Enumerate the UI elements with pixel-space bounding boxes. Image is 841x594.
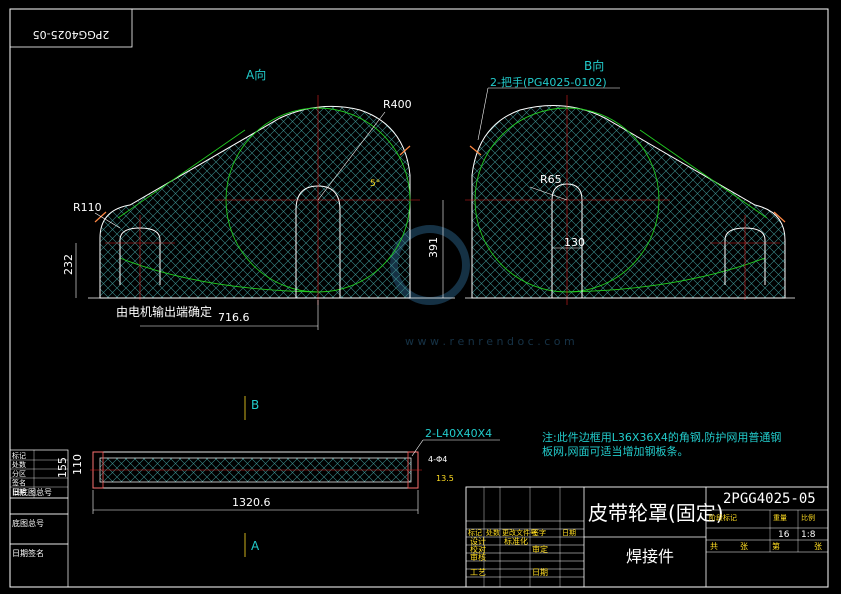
view-b-label: B向 [584, 58, 604, 73]
view-a-guard [99, 105, 411, 299]
left-label-0: 旧底图总号 [12, 487, 52, 497]
tb-header-1: 处数 [486, 528, 500, 537]
left-strip-2: 分区 [12, 469, 26, 478]
tb-total: 共 [710, 542, 718, 551]
tb-date: 日期 [532, 568, 548, 577]
tb-review: 审核 [470, 552, 486, 562]
left-strip-3: 签名 [12, 478, 26, 487]
tb-approve: 审定 [532, 544, 548, 554]
small-dim-2: 13.5 [436, 474, 454, 483]
tb-weight: 重量 [773, 514, 787, 522]
tb-header-4: 日期 [562, 529, 576, 537]
dim-13206: 1320.6 [232, 496, 271, 509]
handle-callout: 2-把手(PG4025-0102) [490, 75, 607, 89]
title-type: 焊接件 [626, 547, 674, 566]
dim-130: 130 [564, 236, 585, 249]
title-name: 皮带轮罩(固定) [588, 501, 724, 525]
tb-sheet-1: 张 [740, 542, 748, 551]
left-strip-1: 处数 [12, 460, 26, 469]
svg-text:w w w . r e n r e n d o c . c: w w w . r e n r e n d o c . c o m [405, 335, 575, 348]
dim-r400: R400 [383, 98, 412, 111]
left-label-2: 日期签名 [12, 548, 44, 558]
tb-stage: 阶段标记 [709, 513, 737, 522]
title-code: 2PGG4025-05 [723, 491, 816, 507]
view-b: R65 130 2-把手(PG4025-0102) B向 [465, 58, 795, 305]
left-strip-0: 标记 [12, 451, 26, 460]
dim-110: 110 [71, 454, 84, 475]
tb-qty: 16 [778, 530, 790, 540]
dim-r110: R110 [73, 201, 102, 214]
tb-standard: 标准化 [504, 536, 528, 546]
small-dim-1: 4-Φ4 [428, 455, 447, 464]
angle-callout: 2-L40X40X4 [425, 427, 492, 440]
note-line2: 板网,网面可适当增加钢板条。 [542, 444, 689, 458]
dim-391: 391 [427, 237, 440, 258]
section-a: A [251, 539, 260, 553]
tb-sheet-2: 张 [814, 542, 822, 551]
plan-view: 1320.6 155 110 2-L40X40X4 4-Φ4 13.5 B A [56, 396, 500, 557]
note-line1: 注:此件边框用L36X36X4的角钢,防护网用普通钢 [542, 430, 781, 444]
tb-no: 第 [772, 541, 780, 551]
motor-note: 由电机输出端确定 [116, 304, 212, 319]
tb-process: 工艺 [470, 568, 486, 577]
section-b: B [251, 398, 259, 412]
view-a-label: A向 [246, 67, 266, 82]
dim-angle: 5° [370, 179, 380, 189]
tb-header-3: 签字 [532, 528, 546, 537]
code-stamp: 2PGG4025-05 [33, 28, 110, 41]
cad-drawing: 2PGG4025-05 w w w . r e n r e n d o c . … [9, 8, 829, 588]
dim-232: 232 [62, 254, 75, 275]
tb-scale: 1:8 [801, 530, 816, 540]
view-b-guard [471, 105, 786, 299]
tb-header-0: 标记 [468, 528, 482, 537]
dim-7166: 716.6 [218, 311, 250, 324]
title-block: 标记 处数 更改文件号 签字 日期 设计 标准化 校对 审定 审核 工艺 日期 … [465, 486, 829, 588]
tb-scale-label: 比例 [801, 513, 815, 522]
dim-r65: R65 [540, 173, 562, 186]
left-label-1: 底图总号 [12, 518, 44, 528]
view-a: R400 5° R110 232 391 716.6 由电机输出端确定 A向 [62, 67, 455, 330]
